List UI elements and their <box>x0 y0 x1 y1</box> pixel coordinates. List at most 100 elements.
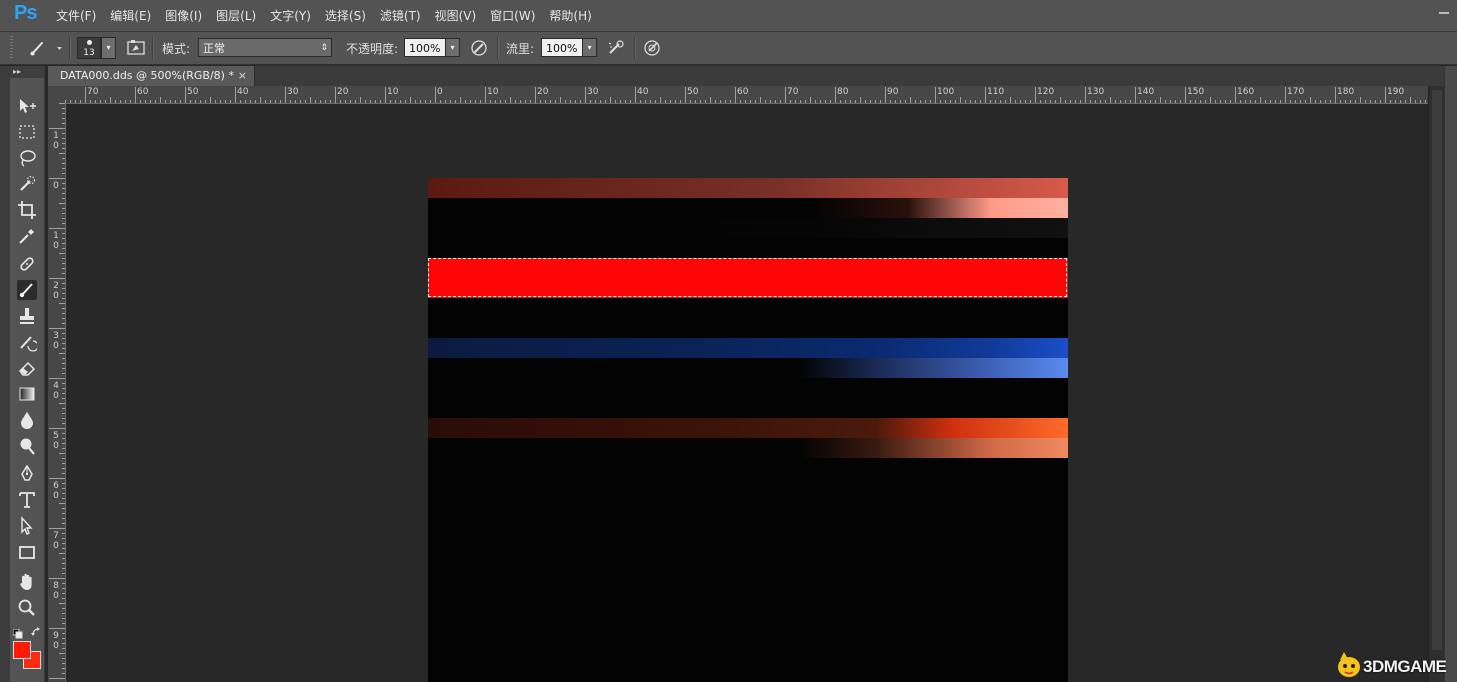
document-tab[interactable]: DATA000.dds @ 500%(RGB/8) * × <box>48 66 255 86</box>
ruler-tick <box>345 100 346 103</box>
document-tab-bar: DATA000.dds @ 500%(RGB/8) * × <box>48 66 1444 86</box>
gradient-tool-icon[interactable] <box>17 384 37 404</box>
marquee-tool-icon[interactable] <box>17 122 37 142</box>
ruler-tick <box>395 100 396 103</box>
window-minimize-icon[interactable] <box>1432 0 1456 31</box>
mode-select[interactable]: 正常 ⇕ <box>198 38 332 57</box>
ruler-tick <box>205 100 206 103</box>
horizontal-ruler[interactable]: 70 60 50 40 30 20 10 0 10 20 30 40 50 60 70 80 90 100 110 1… <box>65 86 1428 104</box>
toolbox-collapse-icon[interactable]: ▸▸ <box>10 66 44 78</box>
ruler-tick <box>670 100 671 103</box>
vertical-ruler[interactable]: 1 0 0 1 0 2 0 3 0 4 0 5 0 6 0 7 0 8 0 9 0 <box>48 103 66 682</box>
dodge-tool-icon[interactable] <box>17 436 37 456</box>
ruler-tick <box>690 100 691 103</box>
dark-strip <box>428 218 1068 238</box>
ruler-tick <box>62 618 65 619</box>
menu-item[interactable]: 编辑(E) <box>110 7 151 24</box>
vertical-scrollbar[interactable] <box>1428 86 1445 682</box>
ruler-tick <box>49 678 65 679</box>
menu-item[interactable]: 滤镜(T) <box>380 7 421 24</box>
flow-input[interactable]: 100% <box>541 38 583 57</box>
ruler-tick <box>1325 100 1326 103</box>
ruler-tick <box>95 100 96 103</box>
ruler-label: 120 <box>1037 87 1055 97</box>
ruler-tick <box>420 100 421 103</box>
path-selection-tool-icon[interactable] <box>17 516 37 536</box>
menu-item[interactable]: 文件(F) <box>56 7 96 24</box>
brush-tool-icon[interactable] <box>17 280 37 300</box>
eraser-tool-icon[interactable] <box>17 358 37 378</box>
default-colors-icon[interactable] <box>12 624 23 639</box>
brush-panel-toggle-icon[interactable] <box>127 39 145 57</box>
ruler-tick <box>520 100 521 103</box>
ruler-label: 30 <box>587 87 599 97</box>
scrollbar-thumb[interactable] <box>1432 90 1442 650</box>
document-canvas[interactable] <box>428 178 1068 682</box>
move-tool-icon[interactable] <box>17 96 37 116</box>
airbrush-icon[interactable] <box>607 39 625 57</box>
pressure-opacity-icon[interactable] <box>470 39 488 57</box>
swap-colors-icon[interactable] <box>31 623 42 636</box>
menu-item[interactable]: 图层(L) <box>216 7 256 24</box>
ruler-tick <box>630 100 631 103</box>
ruler-tick <box>1265 100 1266 103</box>
healing-brush-tool-icon[interactable] <box>17 254 37 274</box>
crop-tool-icon[interactable] <box>17 200 37 220</box>
ruler-tick <box>62 523 65 524</box>
ruler-tick <box>62 208 65 209</box>
menu-item[interactable]: 文字(Y) <box>270 7 311 24</box>
opacity-chevron-down-icon[interactable]: ▾ <box>445 38 460 57</box>
ruler-tick <box>895 100 896 103</box>
ruler-tick <box>890 100 891 103</box>
ruler-tick <box>225 100 226 103</box>
ruler-tick <box>145 100 146 103</box>
opacity-input[interactable]: 100% <box>404 38 446 57</box>
ruler-tick <box>695 100 696 103</box>
ruler-tick <box>485 87 486 103</box>
brush-size-preview: 13 <box>77 37 101 59</box>
blur-tool-icon[interactable] <box>17 410 37 430</box>
options-bar-grip[interactable] <box>10 36 13 60</box>
ruler-tick <box>960 97 961 103</box>
ruler-tick <box>845 100 846 103</box>
lasso-tool-icon[interactable] <box>17 148 37 168</box>
ruler-tick <box>800 100 801 103</box>
brush-size-picker[interactable]: 13 ▾ <box>77 37 116 59</box>
eyedropper-tool-icon[interactable] <box>17 226 37 246</box>
menu-item[interactable]: 视图(V) <box>435 7 477 24</box>
pen-tool-icon[interactable] <box>17 464 37 484</box>
ruler-tick <box>62 333 65 334</box>
ruler-tick <box>62 113 65 114</box>
history-brush-tool-icon[interactable] <box>17 332 39 352</box>
left-dock-edge <box>0 66 10 682</box>
zoom-tool-icon[interactable] <box>17 598 37 618</box>
ruler-tick <box>430 100 431 103</box>
menu-bar: Ps 文件(F) 编辑(E) 图像(I) 图层(L) 文字(Y) 选择(S) 滤镜(T) 视图… <box>0 0 1457 32</box>
ruler-tick <box>1255 100 1256 103</box>
menu-item[interactable]: 选择(S) <box>325 7 366 24</box>
foreground-color-swatch[interactable] <box>13 641 31 659</box>
ruler-tick <box>920 100 921 103</box>
quick-selection-tool-icon[interactable] <box>17 174 37 194</box>
blue-gradient-fade <box>428 358 1068 378</box>
menu-item[interactable]: 图像(I) <box>165 7 202 24</box>
ruler-tick <box>370 100 371 103</box>
type-tool-icon[interactable] <box>17 490 37 510</box>
ruler-tick <box>62 668 65 669</box>
ruler-tick <box>1190 100 1191 103</box>
menu-item[interactable]: 窗口(W) <box>490 7 535 24</box>
chevron-down-icon[interactable]: ▾ <box>101 37 116 59</box>
brush-preset-icon[interactable] <box>28 39 62 57</box>
hand-tool-icon[interactable] <box>17 572 37 592</box>
ruler-label: 180 <box>1337 87 1355 97</box>
menu-item[interactable]: 帮助(H) <box>549 7 591 24</box>
ruler-tick <box>905 100 906 103</box>
ruler-tick <box>1370 100 1371 103</box>
clone-stamp-tool-icon[interactable] <box>17 306 37 326</box>
rectangle-tool-icon[interactable] <box>17 542 37 562</box>
ruler-tick <box>270 100 271 103</box>
ruler-origin[interactable] <box>48 86 66 104</box>
pressure-size-icon[interactable] <box>643 39 661 57</box>
close-icon[interactable]: × <box>238 66 247 86</box>
flow-chevron-down-icon[interactable]: ▾ <box>582 38 597 57</box>
